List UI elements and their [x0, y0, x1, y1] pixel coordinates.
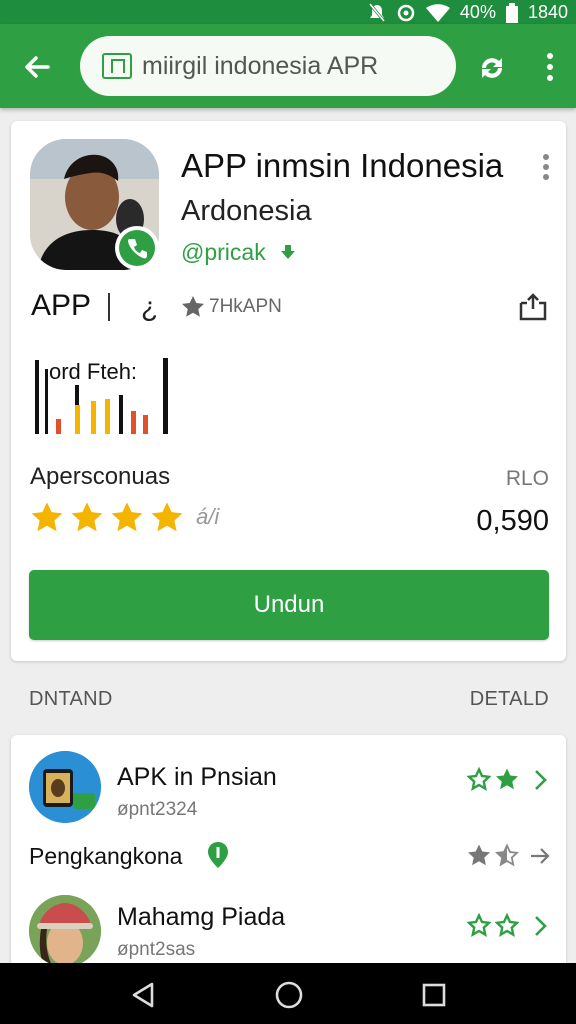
- star-filled-icon: [111, 502, 143, 532]
- list-item-stars: [467, 843, 519, 867]
- clock: 1840: [527, 2, 568, 22]
- chevron-right-icon: [535, 916, 547, 936]
- search-query: miirgil indonesia APR: [142, 51, 379, 80]
- app-detail-card: APP inmsin Indonesia Ardonesia @pricak A…: [11, 121, 566, 661]
- share-icon[interactable]: [517, 291, 549, 323]
- related-apps-list: APK in Pnsian øpnt2324 Pengkangkona Maha…: [11, 735, 566, 975]
- battery-icon: [505, 2, 518, 23]
- home-circle-icon[interactable]: [274, 980, 304, 1010]
- star-filled-icon: [31, 502, 63, 532]
- avatar: [29, 895, 101, 967]
- rating-right-label: RLO: [505, 467, 549, 490]
- back-triangle-icon[interactable]: [130, 981, 156, 1009]
- list-item-subtitle: øpnt2324: [117, 799, 198, 820]
- battery-percent: 40%: [459, 2, 496, 22]
- list-item-title: APK in Pnsian: [117, 763, 277, 791]
- app-title: APP inmsin Indonesia: [181, 147, 504, 184]
- wifi-icon: [425, 3, 450, 22]
- app-icon: [29, 751, 101, 823]
- rating-distribution-chart: ord Fteh:: [33, 355, 175, 435]
- star-filled-icon: [496, 768, 518, 790]
- verified-badge: [115, 226, 159, 270]
- status-icons: 40% 1840: [368, 2, 568, 23]
- install-button[interactable]: Undun: [29, 570, 549, 640]
- notifications-off-icon: [368, 2, 386, 22]
- developer-link[interactable]: @pricak: [181, 239, 266, 266]
- arrow-right-icon: [531, 848, 550, 864]
- app-subtitle: Ardonesia: [181, 195, 312, 227]
- meta-app-label: APP: [31, 289, 92, 322]
- divider: [108, 293, 110, 321]
- app-square-icon: [102, 53, 132, 79]
- sync-icon[interactable]: [474, 50, 510, 86]
- phone-icon: [128, 239, 147, 259]
- recents-square-icon[interactable]: [422, 983, 446, 1007]
- section-header-left[interactable]: DNTAND: [29, 688, 113, 711]
- meta-glyph: ¿: [141, 291, 159, 322]
- back-arrow-icon[interactable]: [20, 50, 54, 84]
- star-outline-icon: [495, 913, 519, 937]
- more-vert-icon[interactable]: [540, 52, 560, 82]
- star-filled-icon: [468, 844, 490, 866]
- meta-rating-text: 7HkAPN: [209, 296, 282, 317]
- arrow-down-icon: [281, 245, 295, 259]
- star-half-icon: [495, 843, 519, 867]
- chevron-right-icon: [535, 770, 547, 790]
- status-bar: 40% 1840: [0, 0, 576, 24]
- star-icon: [182, 296, 204, 317]
- list-item-title: Mahamg Piada: [117, 903, 286, 931]
- chart-label: ord Fteh:: [49, 359, 138, 385]
- list-item-stars: [467, 913, 519, 937]
- meta-row: APP ¿ 7HkAPN: [31, 289, 551, 329]
- star-outline-icon: [467, 767, 491, 791]
- list-item-label: Pengkangkona: [29, 843, 183, 869]
- more-vert-icon[interactable]: [541, 153, 551, 181]
- rating-label: Apersconuas: [30, 463, 171, 490]
- list-item-stars: [467, 767, 519, 791]
- star-filled-icon: [71, 502, 103, 532]
- rating-stars: á/і: [30, 501, 219, 533]
- star-filled-icon: [151, 502, 183, 532]
- sync-icon: [397, 4, 415, 21]
- location-pin-icon: [208, 842, 228, 868]
- search-input[interactable]: miirgil indonesia APR: [80, 36, 456, 96]
- section-header-right[interactable]: DETALD: [470, 688, 549, 711]
- rating-count: 0,590: [476, 505, 549, 537]
- star-outline-icon: [467, 913, 491, 937]
- list-item-subtitle: øpnt2sas: [117, 939, 196, 960]
- app-bar: miirgil indonesia APR: [0, 24, 576, 108]
- system-nav-bar: [0, 963, 576, 1024]
- stars-suffix: á/і: [196, 504, 220, 529]
